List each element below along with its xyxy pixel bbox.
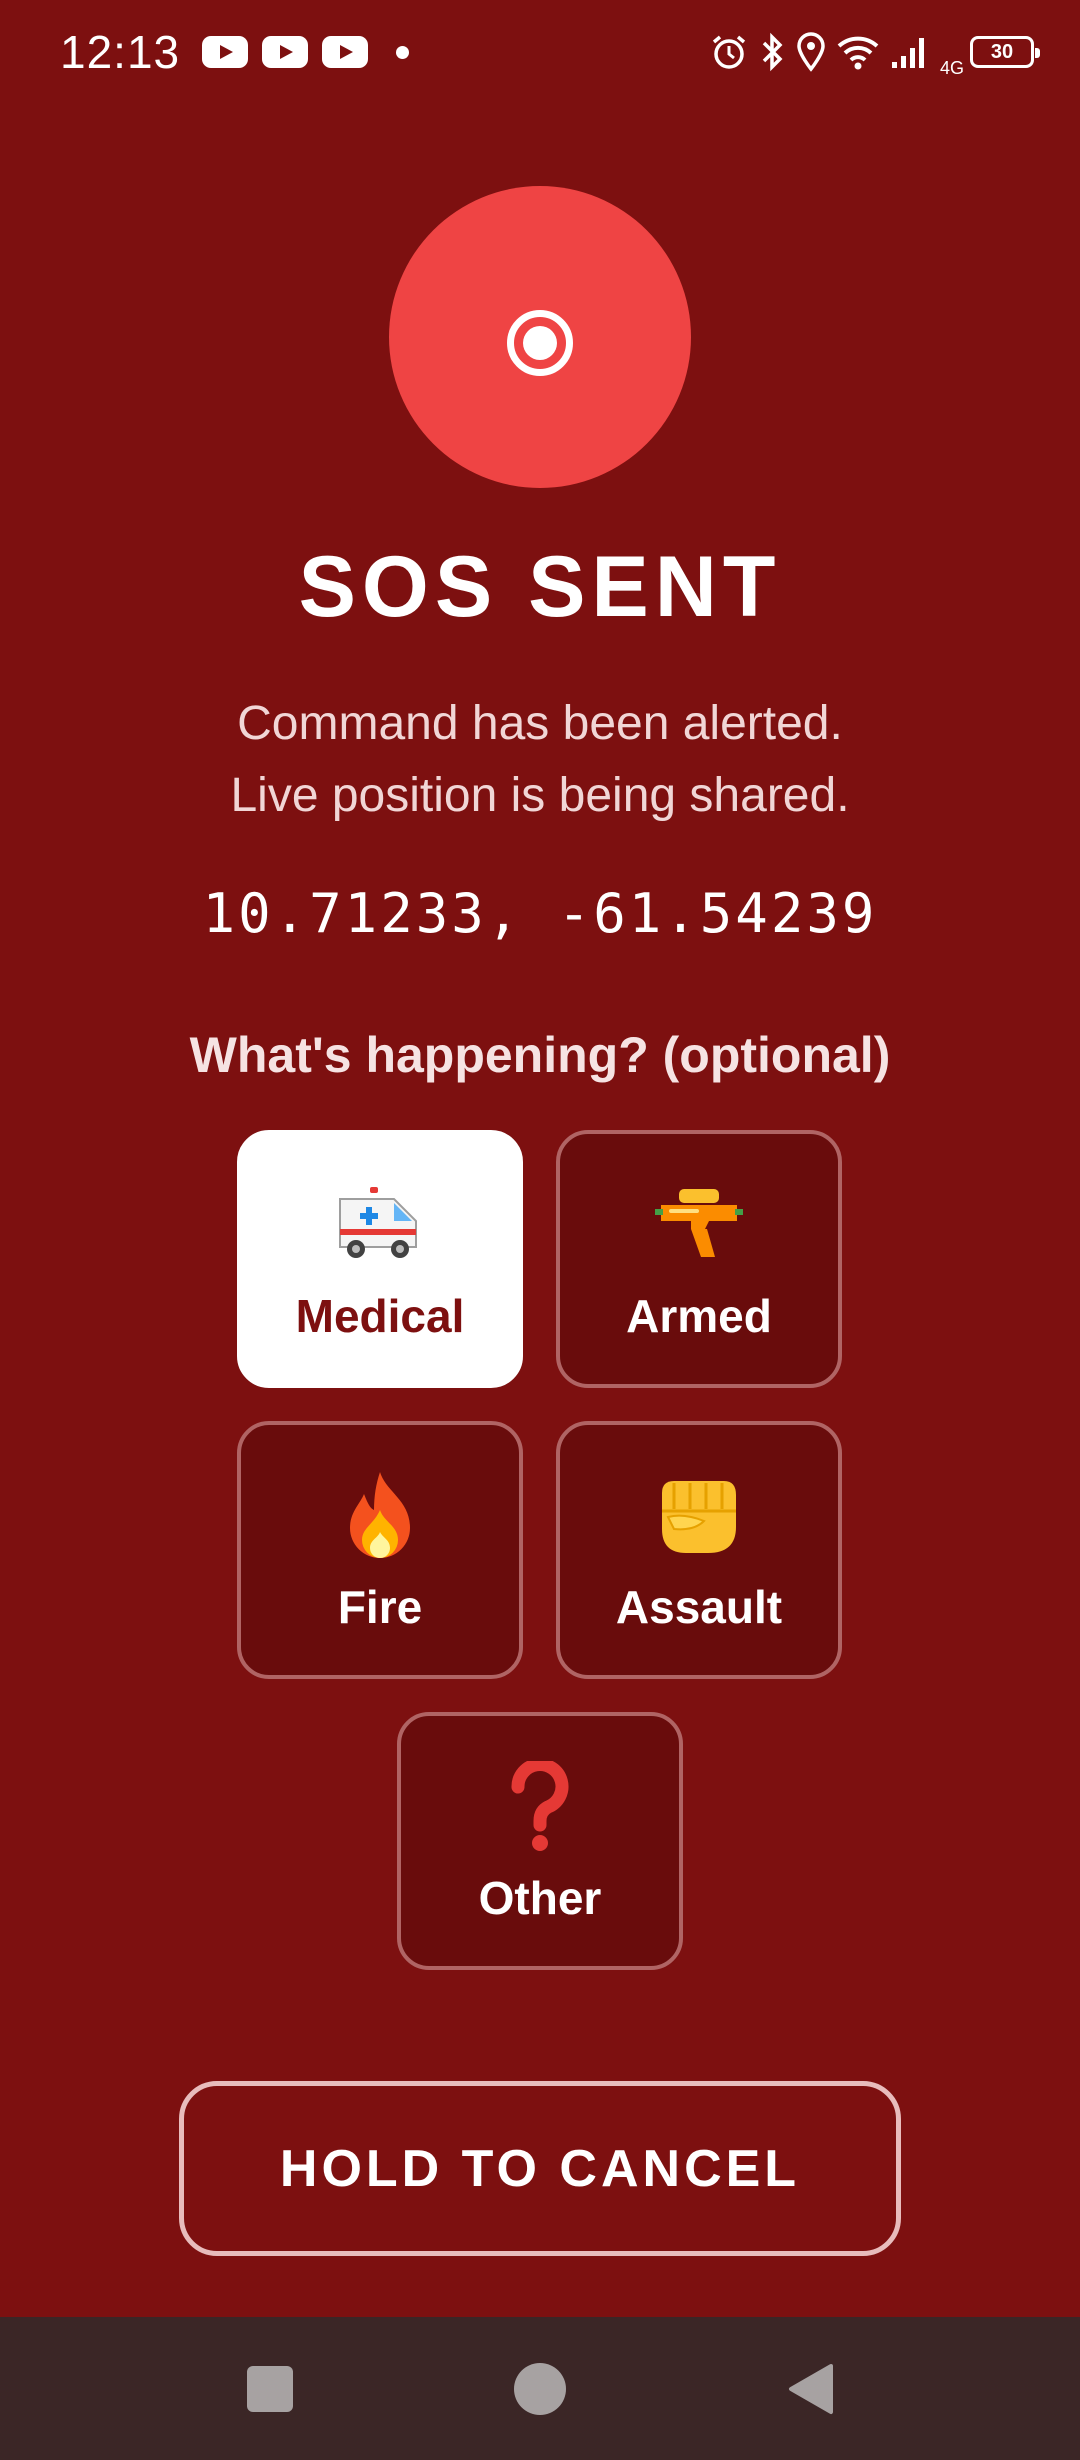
youtube-icon xyxy=(202,36,249,68)
water-gun-icon xyxy=(651,1175,747,1275)
incident-option-other[interactable]: Other xyxy=(397,1712,683,1970)
incident-option-label: Fire xyxy=(337,1581,423,1633)
more-notifications-dot-icon xyxy=(396,45,410,59)
page-title: SOS SENT xyxy=(298,539,782,635)
youtube-icon xyxy=(262,36,309,68)
ambulance-icon xyxy=(332,1175,428,1275)
incident-option-label: Armed xyxy=(626,1290,772,1342)
incident-option-label: Assault xyxy=(615,1581,783,1633)
alarm-icon xyxy=(712,35,746,69)
incident-option-armed[interactable]: Armed xyxy=(556,1130,842,1388)
fire-icon xyxy=(340,1466,420,1566)
back-button[interactable] xyxy=(740,2317,880,2460)
battery-icon: 30 xyxy=(970,36,1040,68)
incident-option-label: Other xyxy=(478,1872,602,1924)
system-nav-bar xyxy=(0,2317,1080,2460)
hold-to-cancel-button[interactable]: HOLD TO CANCEL xyxy=(179,2081,901,2256)
incident-option-label: Medical xyxy=(295,1290,465,1342)
status-time: 12:13 xyxy=(60,26,181,78)
home-button[interactable] xyxy=(470,2317,610,2460)
incident-question: What's happening? (optional) xyxy=(189,1027,891,1083)
cancel-button-label: HOLD TO CANCEL xyxy=(279,2139,801,2198)
home-icon xyxy=(514,2362,566,2415)
battery-level: 30 xyxy=(990,40,1014,63)
back-icon xyxy=(789,2363,833,2414)
incident-option-medical[interactable]: Medical xyxy=(237,1130,523,1388)
recents-icon xyxy=(247,2365,293,2412)
network-type-label: 4G xyxy=(939,57,964,78)
status-message-line-1: Command has been alerted. xyxy=(237,697,843,750)
signal-icon xyxy=(891,38,924,68)
status-message: Command has been alerted. Live position … xyxy=(0,688,1080,832)
sos-indicator xyxy=(389,186,691,488)
sos-screen: 12:13 4G 30 SOS SENT Command has been al… xyxy=(0,0,1080,2460)
question-mark-icon xyxy=(510,1757,570,1857)
fist-icon xyxy=(654,1466,744,1566)
status-bar: 12:13 4G 30 xyxy=(0,0,1080,104)
location-icon xyxy=(797,32,825,72)
status-right: 4G 30 xyxy=(710,26,1040,79)
status-left: 12:13 xyxy=(60,25,410,79)
bluetooth-icon xyxy=(762,32,783,72)
incident-option-assault[interactable]: Assault xyxy=(556,1421,842,1679)
status-message-line-2: Live position is being shared. xyxy=(230,769,850,822)
incident-option-fire[interactable]: Fire xyxy=(237,1421,523,1679)
record-icon xyxy=(507,310,573,376)
recents-button[interactable] xyxy=(200,2317,340,2460)
youtube-icon xyxy=(322,36,369,68)
wifi-icon xyxy=(837,36,879,70)
gps-coordinates: 10.71233, -61.54239 xyxy=(202,882,878,945)
